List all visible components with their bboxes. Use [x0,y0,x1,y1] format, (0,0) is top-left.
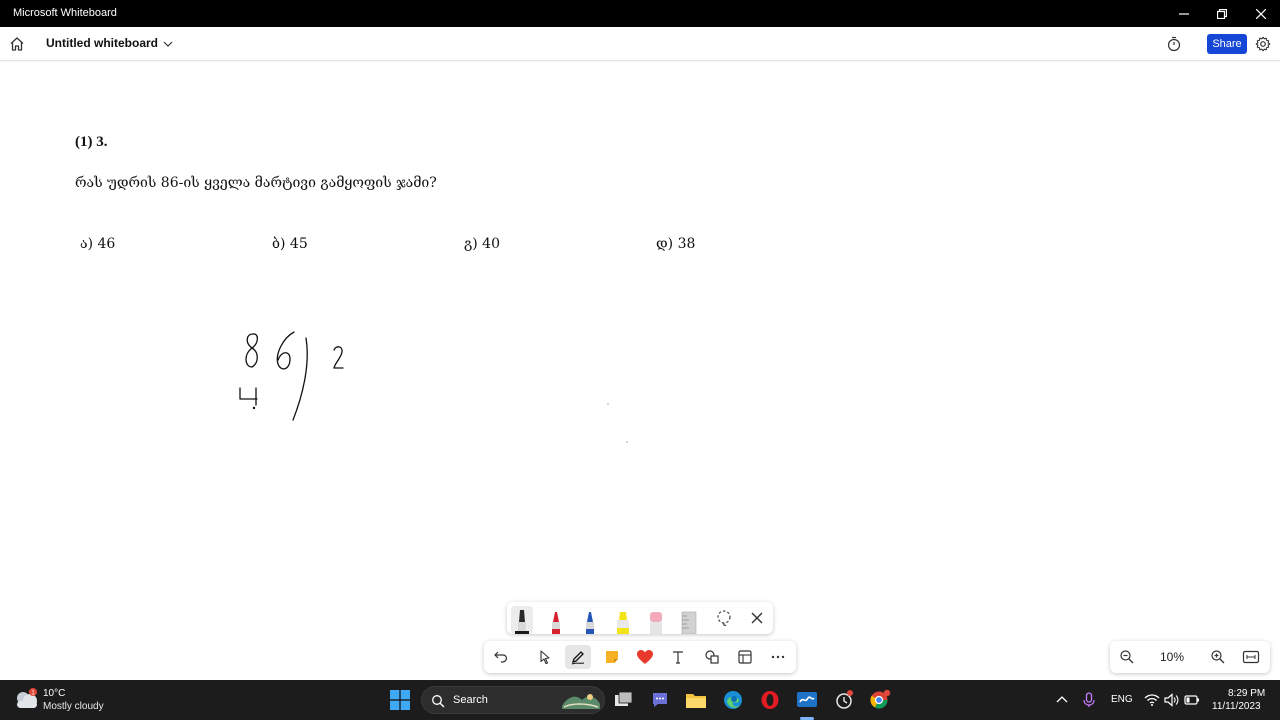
windows-start-icon[interactable] [390,690,410,710]
whiteboard-app-icon [797,692,817,707]
folder-icon [686,694,706,708]
zoom-level[interactable]: 10% [1160,650,1184,664]
whiteboard-window: Microsoft Whiteboard Untitled whiteboard… [0,0,1280,720]
zoom-in-icon[interactable] [1210,649,1226,665]
red-pen-button[interactable] [545,606,567,634]
shapes-button[interactable] [699,645,725,669]
clock-date[interactable]: 11/11/2023 [1212,701,1261,712]
red-pen-icon [552,612,560,634]
search-icon [432,695,445,708]
search-label: Search [453,694,488,706]
close-window-button[interactable] [1242,0,1280,27]
select-button[interactable] [532,645,558,669]
weather-temperature: 10°C [43,688,66,699]
opera-browser-button[interactable] [758,688,782,712]
zoom-out-icon[interactable] [1119,649,1135,665]
text-tool-button[interactable] [665,645,691,669]
more-button[interactable] [765,645,791,669]
ruler-icon [681,611,697,635]
close-icon[interactable] [748,609,766,627]
chrome-browser-button[interactable] [868,688,892,712]
restore-icon [1217,8,1227,19]
chat-icon [653,693,667,707]
pen-icon [571,651,585,665]
pen-tool-button[interactable] [565,645,591,669]
speaker-icon[interactable] [1163,692,1179,708]
whiteboard-canvas[interactable]: (1) 3. რას უდრის 86-ის ყველა მარტივი გამ… [0,62,1280,680]
home-icon[interactable] [9,36,25,52]
undo-icon [494,651,507,663]
opera-icon [761,691,779,709]
eraser-button[interactable] [645,606,667,634]
reactions-button[interactable] [632,645,658,669]
more-icon [771,655,785,659]
weather-cloud-icon[interactable]: 1 [14,688,40,712]
weather-description: Mostly cloudy [43,701,104,712]
text-icon [673,651,683,664]
eraser-icon [650,612,662,634]
app-header: Untitled whiteboard Share [0,27,1280,61]
highlighter-icon [617,612,629,634]
sticky-note-icon [606,651,618,663]
close-icon [1256,8,1266,19]
restore-button[interactable] [1203,0,1241,27]
chevron-up-icon[interactable] [1054,692,1070,708]
timer-icon[interactable] [1166,36,1182,52]
main-toolbar [484,641,796,673]
search-highlight-image-icon [562,694,600,709]
select-icon [540,650,550,665]
wifi-icon[interactable] [1144,692,1160,708]
edge-browser-button[interactable] [721,688,745,712]
alarm-clock-icon [836,690,853,709]
highlighter-button[interactable] [612,606,634,634]
teams-chat-button[interactable] [648,688,672,712]
pen-tray [507,602,773,635]
templates-button[interactable] [732,645,758,669]
templates-icon [738,650,752,664]
windows-taskbar: 1 10°C Mostly cloudy Search ENG 8:29 PM … [0,680,1280,720]
window-title: Microsoft Whiteboard [13,7,117,19]
clock-time[interactable]: 8:29 PM [1228,688,1265,699]
clock-app-button[interactable] [832,688,856,712]
minimize-icon [1179,12,1189,15]
blue-pen-icon [586,612,594,634]
input-language[interactable]: ENG [1111,694,1133,705]
black-pen-button[interactable] [511,606,533,634]
task-view-button[interactable] [612,688,636,712]
ruler-button[interactable] [678,606,700,635]
fit-to-screen-icon[interactable] [1242,649,1260,665]
lasso-icon[interactable] [715,609,733,627]
shapes-icon [705,650,719,664]
document-title[interactable]: Untitled whiteboard [46,36,158,50]
chrome-icon [870,689,891,709]
title-bar: Microsoft Whiteboard [0,0,1280,27]
undo-button[interactable] [488,645,514,669]
blue-pen-button[interactable] [579,606,601,634]
gear-icon[interactable] [1255,36,1271,52]
sticky-note-button[interactable] [599,645,625,669]
reaction-heart-icon [637,650,653,664]
black-pen-icon [515,610,529,634]
file-explorer-button[interactable] [684,688,708,712]
microphone-icon[interactable] [1081,692,1097,708]
task-view-icon [615,691,633,706]
whiteboard-app-button[interactable] [795,688,819,712]
minimize-button[interactable] [1165,0,1203,27]
edge-icon [724,691,742,709]
handwriting-ink [239,331,628,443]
battery-icon[interactable] [1184,692,1200,708]
share-button[interactable]: Share [1207,34,1247,54]
zoom-control: 10% [1110,641,1270,673]
taskbar-search[interactable]: Search [421,686,605,714]
chevron-down-icon[interactable] [162,38,174,50]
